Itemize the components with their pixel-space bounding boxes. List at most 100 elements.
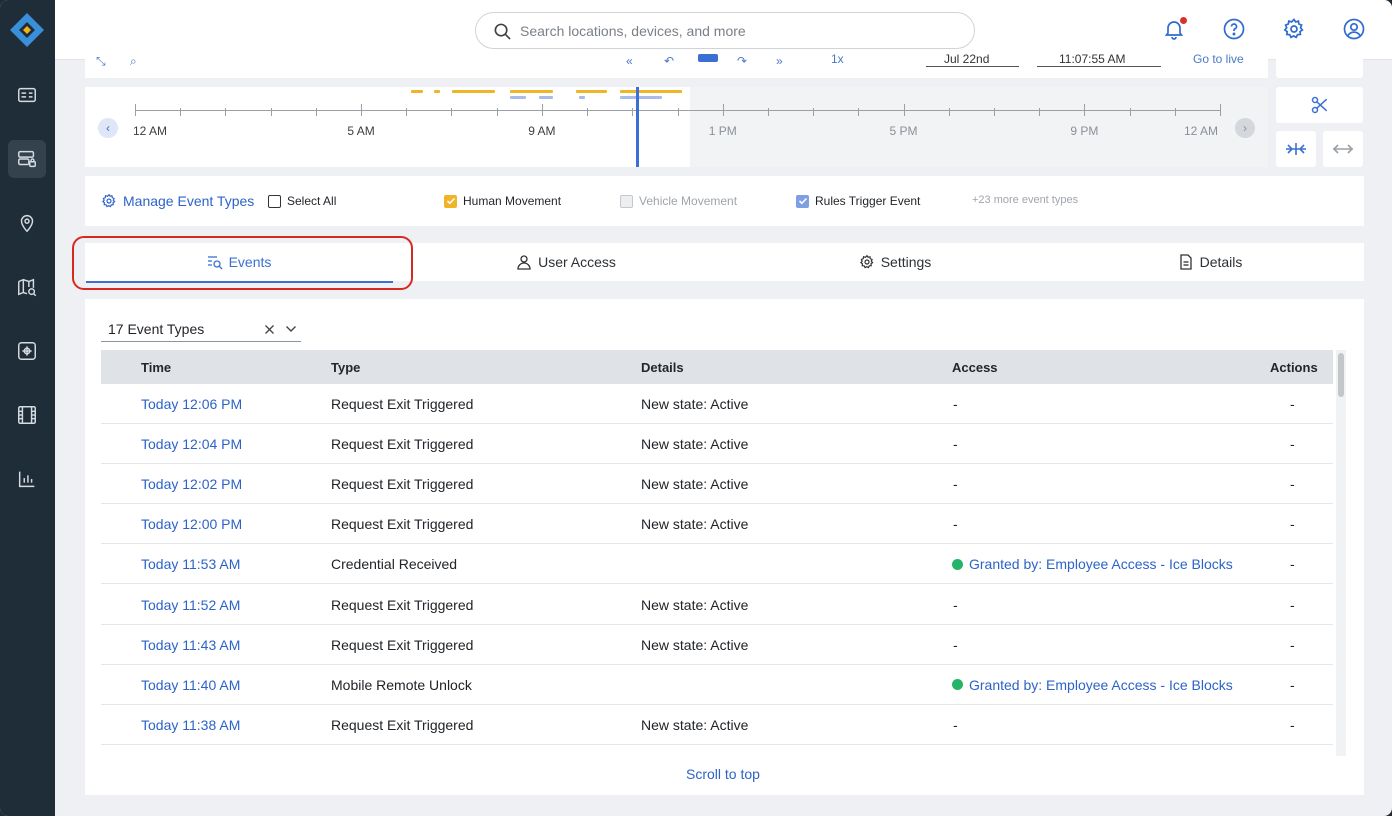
rules-trigger-segment[interactable] [510, 96, 526, 99]
sidebar-item-dashboard[interactable] [8, 76, 46, 114]
collapse-icon[interactable]: ⤡ [96, 54, 106, 69]
event-time-link[interactable]: Today 11:52 AM [141, 597, 240, 613]
scroll-to-top-link[interactable]: Scroll to top [686, 766, 760, 782]
table-row[interactable]: Today 12:04 PM Request Exit Triggered New … [101, 424, 1333, 465]
vehicle-movement-checkbox[interactable]: Vehicle Movement [620, 194, 737, 208]
playback-speed[interactable]: 1x [831, 52, 844, 66]
access-granted-link[interactable]: Granted by: Employee Access - Ice Blocks [952, 556, 1233, 572]
table-row[interactable]: Today 12:00 PM Request Exit Triggered New … [101, 504, 1333, 545]
rules-trigger-segment[interactable] [579, 96, 585, 99]
chevron-left-icon: ‹ [106, 121, 110, 135]
event-actions[interactable]: - [1290, 637, 1295, 653]
access-granted-link[interactable]: Granted by: Employee Access - Ice Blocks [952, 677, 1233, 693]
zoom-in-timeline-button[interactable] [1276, 131, 1316, 167]
column-header-actions[interactable]: Actions [1270, 360, 1318, 375]
column-header-time[interactable]: Time [141, 360, 171, 375]
clip-button[interactable] [1276, 87, 1363, 123]
app-logo-icon[interactable] [9, 12, 45, 48]
pause-icon[interactable] [698, 54, 718, 62]
sidebar-item-reports[interactable] [8, 460, 46, 498]
event-actions[interactable]: - [1290, 556, 1295, 572]
event-actions[interactable]: - [1290, 476, 1295, 492]
column-header-details[interactable]: Details [641, 360, 684, 375]
event-time-link[interactable]: Today 12:02 PM [141, 476, 242, 492]
help-icon[interactable] [1222, 17, 1246, 41]
event-time-link[interactable]: Today 11:38 AM [141, 717, 240, 733]
event-time-link[interactable]: Today 11:43 AM [141, 637, 240, 653]
event-actions[interactable]: - [1290, 516, 1295, 532]
event-type: Mobile Remote Unlock [331, 676, 472, 693]
human-movement-segment[interactable] [510, 90, 553, 93]
forward-icon[interactable]: ↷ [737, 54, 747, 68]
table-row[interactable]: Today 12:06 PM Request Exit Triggered New … [101, 384, 1333, 424]
event-actions[interactable]: - [1290, 436, 1295, 452]
time-picker[interactable]: 11:07:55 AM [1037, 52, 1161, 67]
sidebar-item-access-control[interactable] [8, 140, 46, 178]
tab-user-access[interactable]: User Access [416, 243, 716, 281]
rules-trigger-segment[interactable] [539, 96, 553, 99]
sidebar-item-map-search[interactable] [8, 268, 46, 306]
date-picker[interactable]: Jul 22nd [926, 52, 1019, 67]
user-avatar-icon[interactable] [1342, 17, 1366, 41]
human-movement-segment[interactable] [434, 90, 440, 93]
column-header-access[interactable]: Access [952, 360, 998, 375]
event-time-link[interactable]: Today 11:53 AM [141, 556, 240, 572]
scrollbar-thumb[interactable] [1338, 353, 1344, 397]
event-time-link[interactable]: Today 12:00 PM [141, 516, 242, 532]
human-movement-segment[interactable] [452, 90, 495, 93]
clear-icon[interactable] [264, 324, 275, 335]
timeline-major-tick [361, 104, 363, 116]
event-actions[interactable]: - [1290, 597, 1295, 613]
manage-event-types-link[interactable]: Manage Event Types [101, 193, 254, 209]
timeline-prev-button[interactable]: ‹ [98, 118, 118, 138]
table-row[interactable]: Today 11:53 AM Credential Received Granted… [101, 544, 1333, 585]
timeline-options-button[interactable] [1276, 52, 1363, 78]
sidebar-item-locations[interactable] [8, 204, 46, 242]
table-scrollbar[interactable] [1336, 350, 1346, 756]
sidebar-item-devices[interactable] [8, 332, 46, 370]
human-movement-label: Human Movement [463, 194, 562, 208]
timeline-playhead[interactable] [636, 87, 639, 167]
camera-search-icon[interactable]: ⌕ [130, 54, 137, 69]
human-movement-segment[interactable] [620, 90, 682, 93]
table-row[interactable]: Today 11:40 AM Mobile Remote Unlock Grante… [101, 665, 1333, 705]
rewind-fast-icon[interactable]: « [626, 54, 633, 68]
event-time-link[interactable]: Today 12:06 PM [141, 396, 242, 412]
human-movement-checkbox[interactable]: Human Movement [444, 194, 561, 208]
rewind-icon[interactable]: ↶ [664, 54, 674, 68]
event-type: Request Exit Triggered [331, 716, 474, 733]
timeline-minor-tick [858, 108, 860, 116]
tab-settings[interactable]: Settings [745, 243, 1045, 281]
checkmark-icon [796, 194, 809, 208]
more-event-types-link[interactable]: +23 more event types [972, 194, 1078, 206]
table-row[interactable]: Today 11:43 AM Request Exit Triggered New … [101, 625, 1333, 665]
gear-icon[interactable] [1282, 17, 1306, 41]
event-time-link[interactable]: Today 12:04 PM [141, 436, 242, 452]
table-row[interactable]: Today 11:52 AM Request Exit Triggered New … [101, 585, 1333, 625]
event-actions[interactable]: - [1290, 717, 1295, 733]
forward-fast-icon[interactable]: » [776, 54, 783, 68]
event-type-select[interactable]: 17 Event Types [101, 316, 301, 342]
sidebar-item-video[interactable] [8, 396, 46, 434]
timeline-next-button[interactable]: › [1235, 118, 1255, 138]
timeline-future-region [690, 87, 1268, 167]
search-input[interactable] [520, 21, 950, 41]
rules-trigger-checkbox[interactable]: Rules Trigger Event [796, 194, 920, 208]
event-actions[interactable]: - [1290, 396, 1295, 412]
human-movement-segment[interactable] [411, 90, 423, 93]
go-live-link[interactable]: Go to live [1193, 52, 1244, 66]
timeline-tick-label: 1 PM [708, 124, 737, 138]
tab-details[interactable]: Details [1065, 243, 1355, 281]
event-actions[interactable]: - [1290, 677, 1295, 693]
human-movement-segment[interactable] [576, 90, 607, 93]
table-row[interactable]: Today 11:38 AM Request Exit Triggered New … [101, 705, 1333, 745]
global-search[interactable] [475, 12, 975, 49]
rules-trigger-segment[interactable] [620, 96, 662, 99]
event-time-link[interactable]: Today 11:40 AM [141, 677, 240, 693]
chevron-down-icon[interactable] [285, 324, 297, 334]
timeline-minor-tick [767, 108, 769, 116]
table-row[interactable]: Today 12:02 PM Request Exit Triggered New … [101, 464, 1333, 505]
zoom-out-timeline-button[interactable] [1323, 131, 1363, 167]
select-all-checkbox[interactable]: Select All [268, 194, 336, 208]
column-header-type[interactable]: Type [331, 360, 360, 375]
